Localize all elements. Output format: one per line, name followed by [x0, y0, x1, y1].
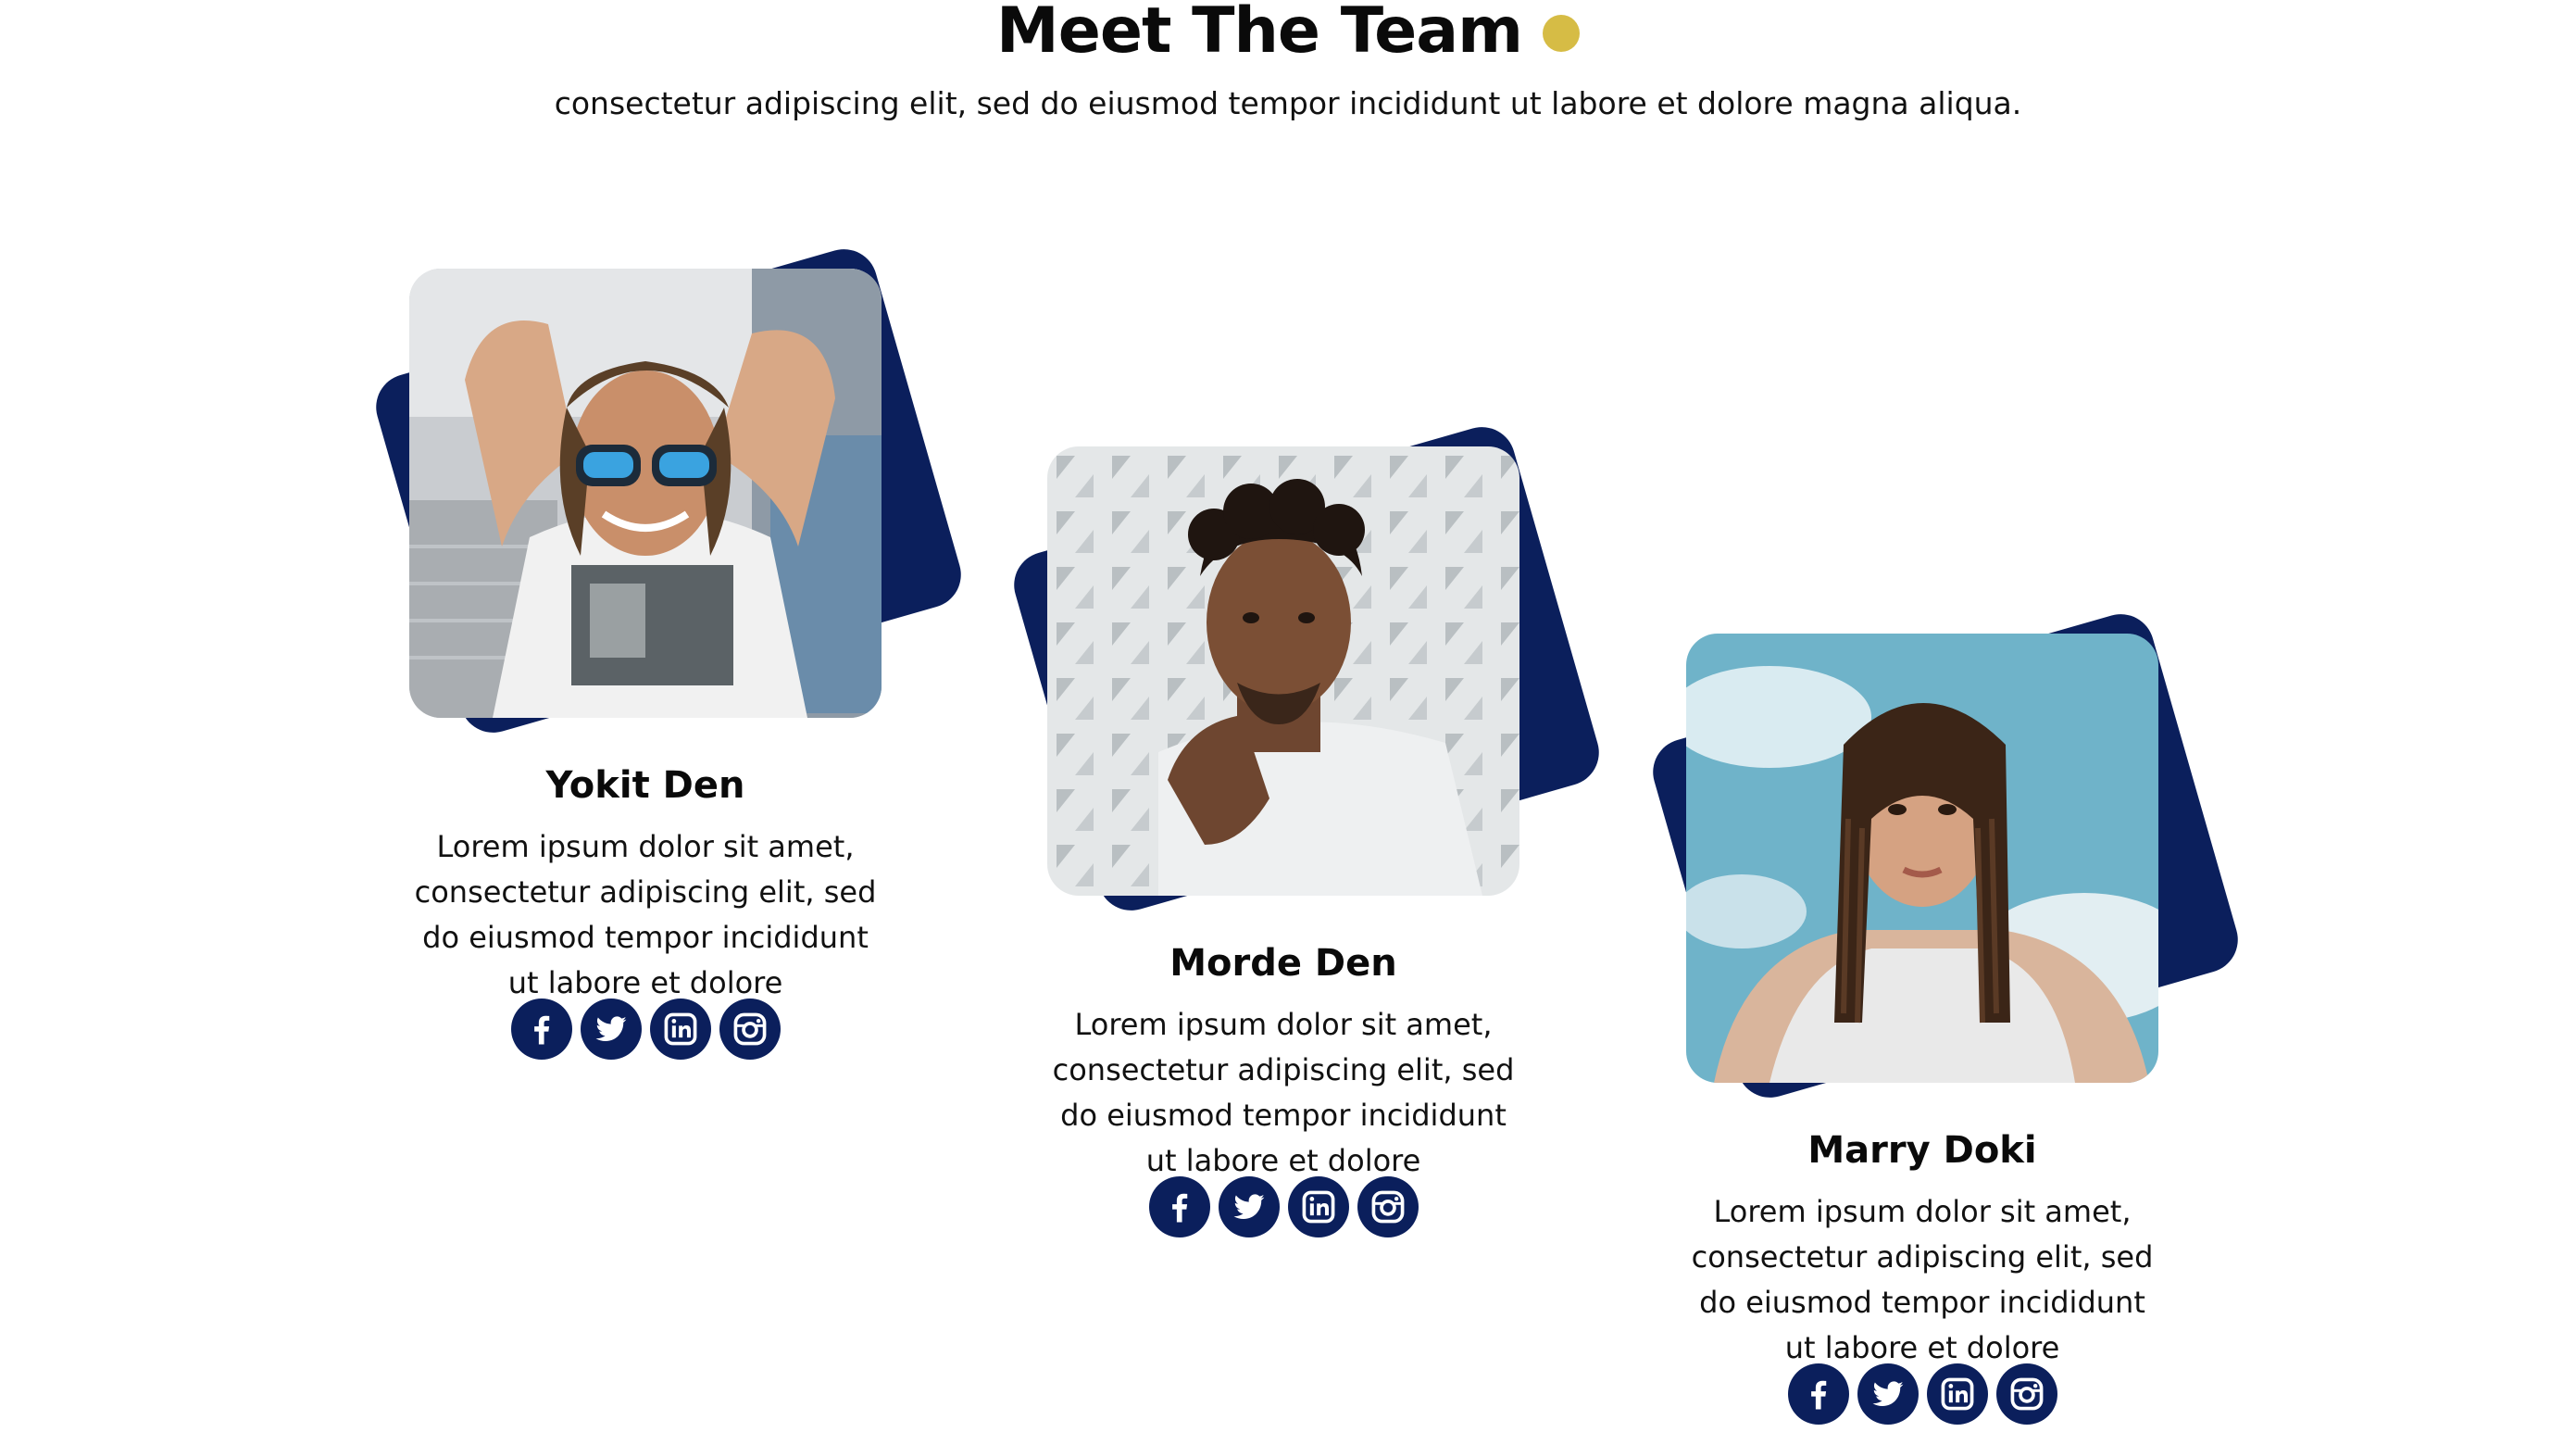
photo-frame [326, 232, 974, 750]
title-row: Meet The Team [0, 0, 2576, 69]
accent-dot [1542, 15, 1580, 52]
linkedin-icon[interactable] [1926, 1363, 1988, 1425]
member-photo [1047, 446, 1519, 896]
twitter-icon[interactable] [580, 999, 642, 1060]
instagram-icon[interactable] [719, 999, 781, 1060]
linkedin-icon[interactable] [649, 999, 711, 1060]
member-photo [1686, 634, 2158, 1083]
member-bio: Lorem ipsum dolor sit amet, consectetur … [1691, 1194, 2154, 1365]
photo-frame [1603, 597, 2251, 1115]
member-bio: Lorem ipsum dolor sit amet, consectetur … [1052, 1007, 1515, 1178]
member-bio: Lorem ipsum dolor sit amet, consectetur … [414, 829, 877, 1000]
twitter-icon[interactable] [1218, 1176, 1280, 1237]
photo-frame [964, 409, 1612, 928]
facebook-icon[interactable] [510, 999, 572, 1060]
twitter-icon[interactable] [1857, 1363, 1919, 1425]
facebook-icon[interactable] [1148, 1176, 1210, 1237]
member-photo [409, 269, 882, 718]
instagram-icon[interactable] [1357, 1176, 1419, 1237]
member-name: Marry Doki [1807, 1129, 2037, 1172]
linkedin-icon[interactable] [1287, 1176, 1349, 1237]
social-links [326, 999, 965, 1060]
instagram-icon[interactable] [1995, 1363, 2057, 1425]
section-title: Meet The Team [996, 0, 1523, 68]
member-name: Morde Den [1169, 942, 1397, 985]
facebook-icon[interactable] [1787, 1363, 1849, 1425]
social-links [1603, 1363, 2242, 1425]
member-name: Yokit Den [545, 764, 745, 807]
social-links [964, 1176, 1603, 1237]
section-subtitle: consectetur adipiscing elit, sed do eius… [554, 85, 2022, 121]
